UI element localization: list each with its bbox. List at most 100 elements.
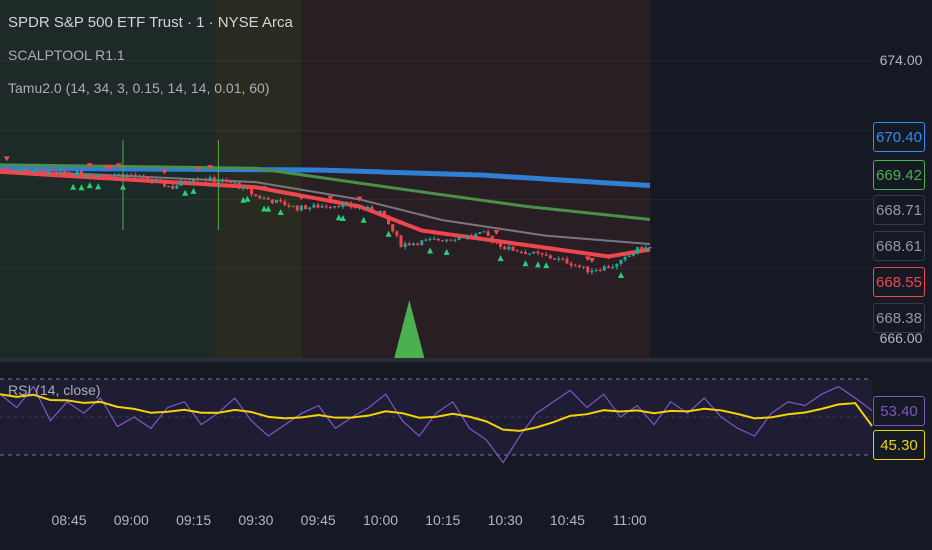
candle-body <box>17 170 21 172</box>
candle-body <box>254 194 258 196</box>
candle-body <box>524 252 527 255</box>
candle-body <box>287 205 291 207</box>
time-axis-label: 10:00 <box>362 512 399 528</box>
rsi-value-label: 45.30 <box>873 430 925 460</box>
candle-body <box>171 186 175 189</box>
candle-body <box>328 207 332 209</box>
candle-body <box>142 175 146 177</box>
candle-body <box>138 175 142 177</box>
candle-body <box>457 237 461 240</box>
candle-body <box>561 258 565 260</box>
candle-body <box>167 186 171 188</box>
candle-body <box>208 177 212 181</box>
time-axis-label: 10:30 <box>487 512 523 528</box>
candle-body <box>631 253 635 256</box>
candle-body <box>461 237 465 239</box>
candle-body <box>391 224 395 232</box>
candle-body <box>582 266 586 268</box>
candle-body <box>279 200 283 202</box>
candle-body <box>175 185 179 189</box>
candle-body <box>536 251 540 254</box>
candle-body <box>266 197 270 200</box>
candle-body <box>308 207 312 210</box>
time-axis-label: 11:00 <box>612 512 647 528</box>
candle-body <box>590 270 594 273</box>
candle-body <box>441 240 444 242</box>
price-label: 669.42 <box>873 160 925 190</box>
pane-divider <box>0 358 932 362</box>
candle-body <box>486 231 490 236</box>
candle-body <box>349 203 353 208</box>
candle-body <box>453 239 457 241</box>
candle-body <box>333 206 337 208</box>
candle-body <box>100 174 104 176</box>
candle-body <box>436 238 440 241</box>
candle-body <box>109 176 112 178</box>
price-label: 668.55 <box>873 267 925 297</box>
candle-body <box>362 207 366 210</box>
candle-body <box>88 175 92 177</box>
candle-body <box>63 170 67 173</box>
candle-body <box>42 169 46 174</box>
candle-body <box>474 233 478 237</box>
candle-body <box>283 201 287 206</box>
candle-body <box>154 180 158 182</box>
candle-body <box>615 263 619 268</box>
candle-body <box>449 239 453 241</box>
candle-body <box>158 180 162 182</box>
candle-body <box>511 246 515 251</box>
candle-body <box>507 246 511 250</box>
candle-body <box>482 231 486 233</box>
candle-body <box>337 206 341 208</box>
candle-body <box>75 171 79 177</box>
candle-body <box>67 172 71 175</box>
candle-body <box>395 231 399 236</box>
candle-body <box>378 210 382 213</box>
candle-body <box>291 205 295 207</box>
time-axis-label: 10:15 <box>425 512 461 528</box>
candle-body <box>411 243 415 246</box>
candle-body <box>162 181 166 187</box>
candle-body <box>146 176 150 181</box>
candle-body <box>9 169 13 171</box>
candle-body <box>212 177 216 183</box>
candle-body <box>648 246 652 248</box>
candle-body <box>245 186 249 190</box>
indicator-scalptool[interactable]: SCALPTOOL R1.1 <box>8 47 125 63</box>
price-label: 670.40 <box>873 122 925 152</box>
candle-body <box>71 174 75 177</box>
price-label: 668.61 <box>873 231 925 261</box>
candle-body <box>229 181 233 183</box>
price-axis-label: 674.00 <box>879 52 923 68</box>
candle-body <box>316 204 320 208</box>
candle-body <box>619 259 623 264</box>
candle-body <box>270 199 274 203</box>
candle-body <box>34 169 38 172</box>
candle-body <box>113 174 117 177</box>
candle-body <box>640 247 644 251</box>
candle-body <box>374 211 378 213</box>
candle-body <box>221 180 225 182</box>
candle-body <box>55 170 59 172</box>
indicator-tamu[interactable]: Tamu2.0 (14, 34, 3, 0.15, 14, 14, 0.01, … <box>8 80 270 96</box>
price-label: 668.71 <box>873 195 925 225</box>
candle-body <box>30 171 34 173</box>
candle-body <box>403 243 407 247</box>
candle-body <box>548 255 552 259</box>
rsi-title[interactable]: RSI (14, close) <box>8 382 101 398</box>
candle-body <box>187 181 191 183</box>
symbol-title: SPDR S&P 500 ETF Trust · 1 · NYSE Arca <box>8 14 293 31</box>
candle-body <box>353 207 357 209</box>
candle-body <box>92 175 96 177</box>
candle-body <box>636 247 640 254</box>
session-band <box>214 0 302 358</box>
candle-body <box>200 179 204 181</box>
candle-body <box>79 171 83 176</box>
candle-body <box>519 251 523 253</box>
candle-body <box>557 258 561 260</box>
candle-body <box>358 207 361 209</box>
candle-body <box>1 168 5 170</box>
candle-body <box>150 180 154 182</box>
candle-body <box>84 175 88 177</box>
candle-body <box>420 240 424 245</box>
